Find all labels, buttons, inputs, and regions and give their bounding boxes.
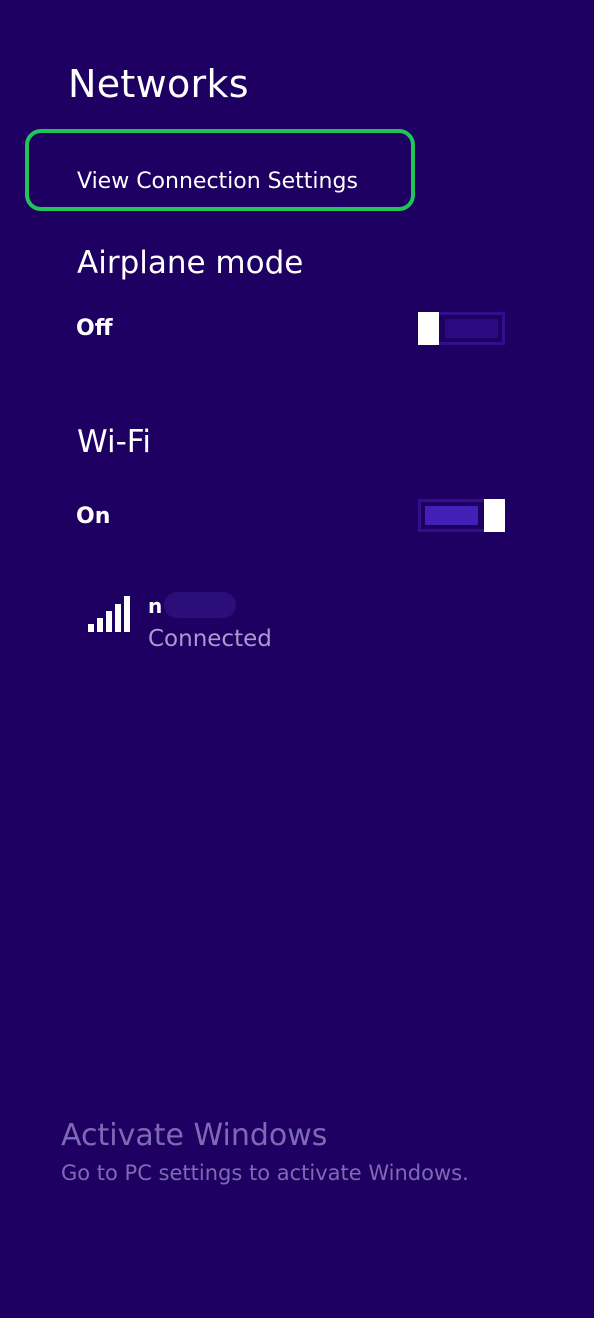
view-connection-settings-link[interactable]: View Connection Settings <box>25 129 415 211</box>
activate-windows-text: Go to PC settings to activate Windows. <box>61 1161 469 1185</box>
wifi-signal-icon <box>88 596 132 632</box>
network-item[interactable]: n Connected <box>86 588 386 658</box>
wifi-state: On <box>76 504 111 529</box>
page-title: Networks <box>68 62 249 106</box>
airplane-mode-state: Off <box>76 316 113 341</box>
airplane-mode-toggle-track <box>445 319 498 338</box>
networks-charm-panel: Networks View Connection Settings Airpla… <box>0 0 594 1318</box>
network-name-redaction <box>164 592 236 618</box>
view-connection-settings-label: View Connection Settings <box>77 169 358 194</box>
airplane-mode-toggle-thumb <box>418 312 439 345</box>
airplane-mode-heading: Airplane mode <box>77 245 304 281</box>
wifi-heading: Wi-Fi <box>77 424 151 460</box>
wifi-toggle[interactable] <box>418 499 505 532</box>
airplane-mode-toggle[interactable] <box>418 312 505 345</box>
network-status: Connected <box>148 626 272 652</box>
activate-windows-title: Activate Windows <box>61 1118 328 1153</box>
network-name: n <box>148 594 163 618</box>
wifi-toggle-thumb <box>484 499 505 532</box>
wifi-toggle-track <box>425 506 478 525</box>
